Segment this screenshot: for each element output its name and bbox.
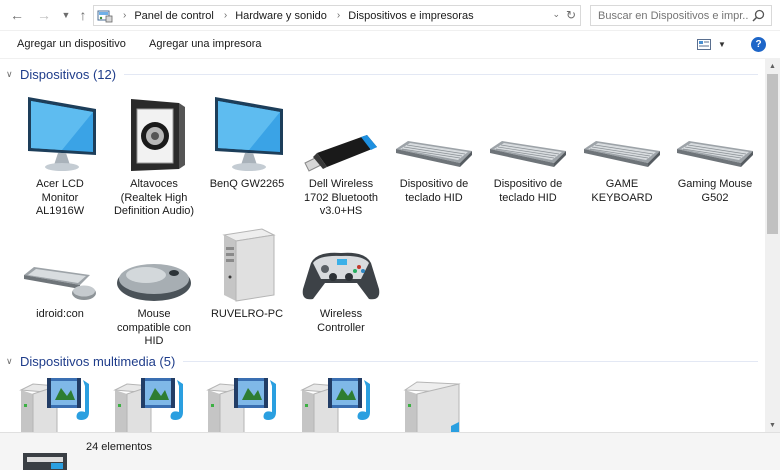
- command-bar: Agregar un dispositivo Agregar una impre…: [0, 31, 780, 59]
- device-label: Dispositivo de teclado HID: [493, 178, 563, 204]
- add-printer-button[interactable]: Agregar una impresora: [149, 38, 262, 50]
- device-label: Gaming Mouse G502: [677, 178, 753, 204]
- media-server-icon: [403, 381, 461, 432]
- device-label: Wireless Controller: [317, 308, 365, 334]
- scrollbar-thumb[interactable]: [767, 74, 778, 234]
- monitor-icon: [215, 97, 283, 171]
- change-view-icon[interactable]: [697, 39, 711, 50]
- device-tile[interactable]: idroid:con: [15, 223, 105, 322]
- device-label: idroid:con: [36, 308, 84, 320]
- device-tile[interactable]: [202, 376, 292, 432]
- breadcrumb-separator-icon: ›: [223, 10, 228, 21]
- address-dropdown-chevron-icon[interactable]: ⌄: [552, 9, 560, 20]
- keyboard-icon: [490, 141, 566, 167]
- device-tile[interactable]: BenQ GW2265: [202, 93, 292, 192]
- group-divider: [183, 360, 758, 362]
- gamepad-icon: [302, 252, 380, 300]
- breadcrumb[interactable]: › Panel de control › Hardware y sonido ›…: [93, 5, 581, 26]
- device-label: BenQ GW2265: [209, 178, 285, 190]
- device-label: Mouse compatible con HID: [117, 308, 191, 347]
- device-label: Dispositivo de teclado HID: [399, 178, 469, 204]
- keyboard-mouse-icon: [24, 267, 96, 300]
- search-icon[interactable]: [752, 9, 765, 22]
- collapse-chevron-icon[interactable]: ∨: [6, 69, 16, 80]
- media-device-icon: [300, 378, 370, 432]
- breadcrumb-separator-icon: ›: [123, 10, 127, 21]
- scroll-up-arrow-icon[interactable]: ▲: [765, 59, 780, 73]
- computer-icon: [222, 228, 276, 302]
- view-options-chevron-icon[interactable]: ▼: [718, 40, 726, 49]
- up-arrow-icon[interactable]: ↑: [74, 6, 92, 24]
- add-device-button[interactable]: Agregar un dispositivo: [17, 38, 126, 50]
- usb-adapter-icon: [304, 135, 377, 172]
- group-header-devices[interactable]: ∨ Dispositivos (12): [6, 65, 758, 83]
- device-tile[interactable]: [389, 376, 479, 432]
- group-header-multimedia[interactable]: ∨ Dispositivos multimedia (5): [6, 352, 758, 370]
- group-title: Dispositivos multimedia (5): [20, 353, 176, 369]
- breadcrumb-item-hardware-sound[interactable]: Hardware y sonido: [235, 10, 327, 22]
- scroll-down-arrow-icon[interactable]: ▼: [765, 418, 780, 432]
- device-tile[interactable]: [109, 376, 199, 432]
- mouse-icon: [117, 264, 191, 301]
- group-title: Dispositivos (12): [20, 66, 117, 82]
- breadcrumb-item-devices-printers[interactable]: Dispositivos e impresoras: [348, 10, 473, 22]
- monitor-icon: [28, 97, 96, 171]
- device-tile[interactable]: Wireless Controller: [296, 223, 386, 335]
- help-button[interactable]: ?: [751, 37, 766, 52]
- item-count: 24 elementos: [86, 441, 153, 453]
- search-box[interactable]: [590, 5, 772, 26]
- device-tile[interactable]: Altavoces (Realtek High Definition Audio…: [109, 93, 199, 219]
- device-tile[interactable]: Dell Wireless 1702 Bluetooth v3.0+HS: [296, 93, 386, 219]
- keyboard-icon: [396, 141, 472, 167]
- breadcrumb-separator-icon: ›: [336, 10, 341, 21]
- device-label: Dell Wireless 1702 Bluetooth v3.0+HS: [303, 178, 378, 217]
- device-tile[interactable]: Dispositivo de teclado HID: [483, 93, 573, 205]
- device-tile[interactable]: Acer LCD Monitor AL1916W: [15, 93, 105, 219]
- refresh-icon[interactable]: ↻: [566, 8, 576, 22]
- device-tile[interactable]: GAME KEYBOARD: [577, 93, 667, 205]
- device-tile[interactable]: Gaming Mouse G502: [670, 93, 760, 205]
- vertical-scrollbar[interactable]: ▲ ▼: [765, 59, 780, 432]
- device-tile[interactable]: [15, 376, 105, 432]
- group-divider: [124, 73, 758, 75]
- speaker-icon: [131, 99, 185, 171]
- devices-content-area: ∨ Dispositivos (12) Acer LCD Monitor AL1…: [0, 59, 765, 432]
- device-tile[interactable]: Mouse compatible con HID: [109, 223, 199, 349]
- device-label: Altavoces (Realtek High Definition Audio…: [113, 178, 195, 217]
- device-label: GAME KEYBOARD: [591, 178, 653, 204]
- keyboard-icon: [677, 141, 753, 167]
- media-device-icon: [113, 378, 183, 432]
- keyboard-icon: [584, 141, 660, 167]
- forward-arrow-icon[interactable]: →: [35, 6, 53, 24]
- devices-printers-icon: [23, 453, 67, 470]
- device-label: Acer LCD Monitor AL1916W: [35, 178, 85, 217]
- device-tile[interactable]: [296, 376, 386, 432]
- media-device-icon: [206, 378, 276, 432]
- search-input[interactable]: [598, 9, 748, 22]
- device-label: RUVELRO-PC: [210, 308, 284, 320]
- address-bar-row: ← → ▼ ↑ › Panel de control › Hardware y …: [0, 0, 780, 31]
- breadcrumb-item-control-panel[interactable]: Panel de control: [134, 10, 214, 22]
- control-panel-icon: [97, 10, 113, 22]
- recent-locations-chevron-icon[interactable]: ▼: [57, 6, 75, 24]
- device-tile[interactable]: Dispositivo de teclado HID: [389, 93, 479, 205]
- device-tile[interactable]: RUVELRO-PC: [202, 223, 292, 322]
- media-device-icon: [19, 378, 89, 432]
- details-pane: 24 elementos: [0, 432, 780, 470]
- back-arrow-icon[interactable]: ←: [8, 6, 26, 24]
- collapse-chevron-icon[interactable]: ∨: [6, 356, 16, 367]
